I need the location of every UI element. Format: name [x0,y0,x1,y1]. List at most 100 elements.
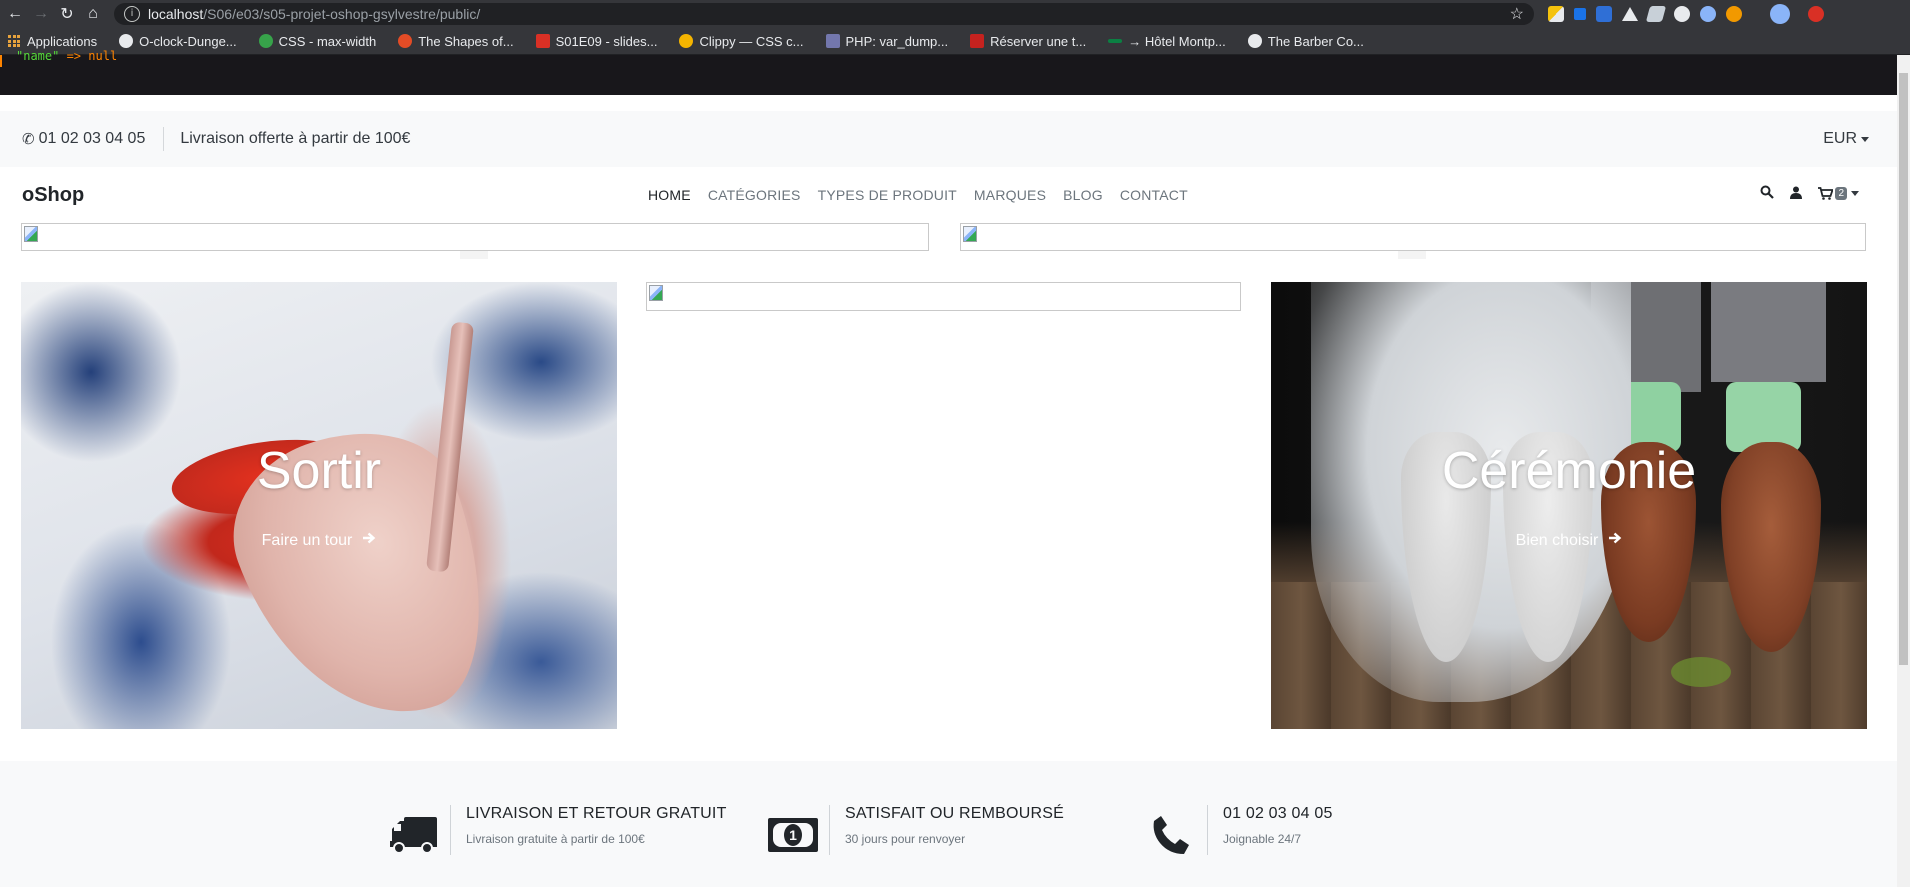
money-icon: 1 [767,809,819,861]
service-subtitle: 30 jours pour renvoyer [845,832,966,846]
debug-dump-bar: "name" => null [0,49,1910,95]
page-scrollbar[interactable] [1897,55,1910,887]
nav-link-blog[interactable]: BLOG [1063,187,1103,203]
caret-down-icon [1851,191,1859,196]
extension-blue-icon[interactable] [1596,6,1612,22]
broken-image [21,223,929,251]
bookmark-label: → Hôtel Montp... [1128,33,1226,49]
service-subtitle: Joignable 24/7 [1223,832,1302,846]
topbar-phone-number: 01 02 03 04 05 [38,130,146,147]
extension-triangle-icon[interactable] [1622,7,1638,21]
php-icon [825,34,840,48]
back-icon[interactable]: ← [2,0,28,28]
tile-link[interactable]: Bien choisir [1516,531,1623,550]
debug-value: null [88,49,118,63]
phone-icon [1145,809,1197,861]
bookmark-label: The Shapes of... [418,33,514,49]
tile-link-label: Bien choisir [1515,531,1599,549]
debug-key: "name" [16,49,60,63]
extension-pen-icon[interactable] [1548,6,1564,22]
tile-link[interactable]: Faire un tour [262,531,377,550]
debug-dump-text: "name" => null [16,49,117,63]
bookmark-item[interactable]: Clippy — CSS c... [679,34,804,49]
user-icon[interactable] [1790,186,1803,202]
nav-link-contact[interactable]: CONTACT [1120,187,1188,203]
topbar-shipping-text: Livraison offerte à partir de 100€ [180,130,411,147]
nav-link-product-types[interactable]: TYPES DE PRODUIT [818,187,957,203]
bookmarks-bar: Applications O-clock-Dunge... CSS - max-… [0,28,1910,55]
top-info-bar: ✆ 01 02 03 04 05 Livraison offerte à par… [0,111,1897,167]
apps-grid-icon [8,35,20,47]
bookmark-label: The Barber Co... [1267,33,1364,49]
arrow-right-icon [1608,531,1622,550]
truck-icon [388,809,440,861]
extension-cookie-icon[interactable] [1726,6,1742,22]
nav-link-home[interactable]: HOME [648,187,691,203]
info-icon[interactable]: i [124,6,140,22]
extension-circle-icon[interactable] [1674,6,1690,22]
bookmark-label: Applications [27,33,98,49]
extension-globe-icon[interactable] [1700,6,1716,22]
nav-links: HOME CATÉGORIES TYPES DE PRODUIT MARQUES… [648,187,1205,203]
bookmark-item[interactable]: S01E09 - slides... [535,33,658,49]
tile-title: Sortir [256,442,382,500]
bookmark-label: O-clock-Dunge... [139,33,237,49]
bookmark-item[interactable]: Réserver une t... [970,34,1086,49]
bookmark-label: PHP: var_dump... [845,33,949,49]
collection-tile-sortir[interactable]: Sortir Faire un tour [21,282,617,729]
collection-tile-ceremonie[interactable]: Cérémonie Bien choisir [1271,282,1867,729]
nav-link-brands[interactable]: MARQUES [974,187,1046,203]
forward-icon[interactable]: → [28,0,54,28]
github-icon [119,34,134,48]
address-bar[interactable]: i localhost/S06/e03/s05-projet-oshop-gsy… [114,3,1534,25]
service-subtitle: Livraison gratuite à partir de 100€ [466,832,645,846]
update-icon[interactable] [1808,6,1824,22]
bookmark-item[interactable]: CSS - max-width [258,34,376,49]
broken-image [960,223,1866,251]
home-icon[interactable]: ⌂ [80,0,106,28]
css-tricks-icon [398,34,413,48]
service-item: 01 02 03 04 05 Joignable 24/7 [1145,805,1333,861]
topbar-phone: ✆ 01 02 03 04 05 [22,130,145,148]
reload-icon[interactable]: ↻ [54,0,80,28]
booking-icon [970,34,985,48]
w3schools-icon [258,34,273,48]
bookmark-label: S01E09 - slides... [555,33,658,49]
currency-dropdown[interactable]: EUR [1823,130,1869,148]
extension-tag-icon[interactable] [1645,6,1667,22]
search-icon[interactable] [1760,185,1775,202]
phone-icon: ✆ [22,131,35,148]
bookmark-item[interactable]: The Barber Co... [1247,33,1364,49]
tile-title: Cérémonie [1441,442,1697,500]
bookmark-label: Réserver une t... [990,33,1087,49]
tile-overlay: Sortir Faire un tour [21,282,617,729]
bookmark-applications[interactable]: Applications [8,34,97,49]
service-title: LIVRAISON ET RETOUR GRATUIT [466,805,727,822]
cart-icon [1818,187,1834,200]
pdf-icon [535,34,550,48]
scrollbar-thumb[interactable] [1899,73,1908,665]
broken-image [646,282,1241,311]
bookmark-item[interactable]: The Shapes of... [398,33,514,49]
bookmark-item[interactable]: → Hôtel Montp... [1108,34,1226,49]
bookmark-star-icon[interactable]: ☆ [1510,4,1524,24]
currency-label: EUR [1823,130,1857,147]
bookmark-item[interactable]: PHP: var_dump... [825,33,949,49]
bookmark-item[interactable]: O-clock-Dunge... [119,34,237,49]
carousel-indicator[interactable] [1398,251,1426,259]
extension-square-icon[interactable] [1574,8,1586,20]
caret-down-icon [1861,136,1869,142]
carousel-indicator[interactable] [460,251,488,259]
service-divider [829,805,830,855]
topbar-divider [163,127,165,151]
service-item: 1 SATISFAIT OU REMBOURSÉ 30 jours pour r… [767,805,1064,861]
main-navbar: oShop HOME CATÉGORIES TYPES DE PRODUIT M… [0,167,1897,224]
url-path: /S06/e03/s05-projet-oshop-gsylvestre/pub… [203,6,481,22]
barber-icon [1247,34,1262,48]
nav-link-categories[interactable]: CATÉGORIES [708,187,801,203]
service-bar: LIVRAISON ET RETOUR GRATUIT Livraison gr… [0,761,1897,887]
profile-avatar-icon[interactable] [1770,4,1790,24]
brand-logo[interactable]: oShop [22,184,84,207]
service-title: SATISFAIT OU REMBOURSÉ [845,805,1064,822]
cart-dropdown[interactable]: 2 [1818,187,1859,200]
